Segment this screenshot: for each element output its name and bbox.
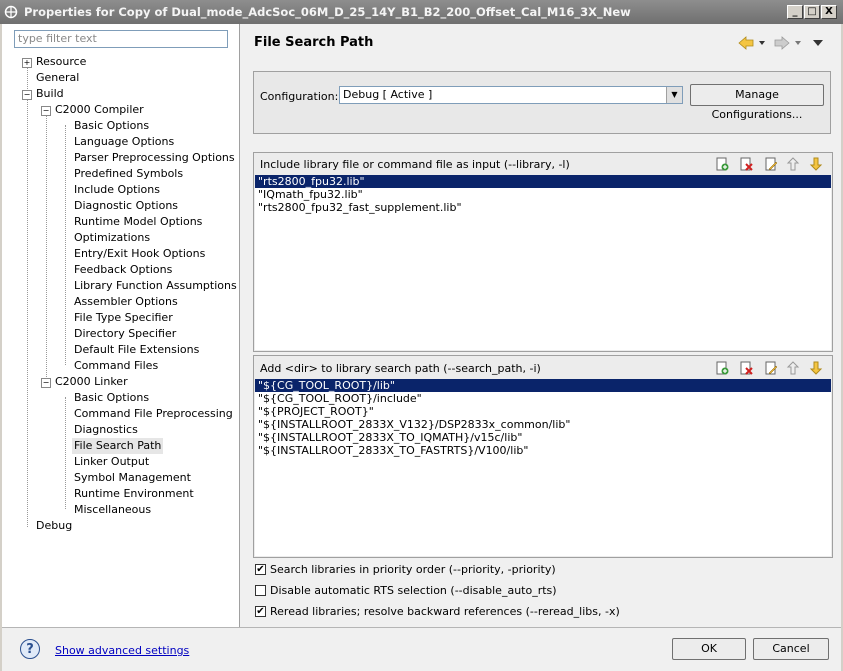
configuration-label: Configuration: bbox=[260, 90, 339, 103]
libraries-group: Include library file or command file as … bbox=[253, 152, 833, 352]
search-path-group: Add <dir> to library search path (--sear… bbox=[253, 355, 833, 558]
move-down-icon[interactable] bbox=[809, 361, 823, 375]
view-menu-icon bbox=[813, 40, 823, 46]
tree-item-optimizations[interactable]: Optimizations bbox=[74, 230, 150, 246]
manage-configurations-button[interactable]: Manage Configurations... bbox=[690, 84, 824, 121]
collapse-toggle[interactable]: − bbox=[41, 378, 51, 388]
tree-item-linker-output[interactable]: Linker Output bbox=[74, 454, 149, 470]
minimize-button[interactable]: _ bbox=[787, 5, 803, 19]
tree-item-include-options[interactable]: Include Options bbox=[74, 182, 160, 198]
button-bar: ? Show advanced settings OK Cancel bbox=[2, 627, 841, 671]
tree-item-parser-preprocessing[interactable]: Parser Preprocessing Options bbox=[74, 150, 235, 166]
tree-item-c2000-linker[interactable]: C2000 Linker bbox=[55, 374, 128, 390]
tree-item-feedback-options[interactable]: Feedback Options bbox=[74, 262, 172, 278]
disable-auto-rts-label: Disable automatic RTS selection (--disab… bbox=[270, 584, 557, 597]
tree-line bbox=[65, 397, 66, 509]
tree-item-command-files[interactable]: Command Files bbox=[74, 358, 158, 374]
disable-auto-rts-checkbox[interactable] bbox=[255, 585, 266, 596]
close-button[interactable]: X bbox=[821, 5, 837, 19]
tree-item-miscellaneous[interactable]: Miscellaneous bbox=[74, 502, 151, 518]
add-icon[interactable] bbox=[715, 361, 729, 375]
show-advanced-settings-link[interactable]: Show advanced settings bbox=[55, 644, 189, 657]
tree-item-basic-options[interactable]: Basic Options bbox=[74, 118, 149, 134]
delete-icon[interactable] bbox=[739, 157, 753, 171]
search-path-header: Add <dir> to library search path (--sear… bbox=[256, 357, 830, 377]
move-up-icon[interactable] bbox=[786, 157, 800, 171]
configuration-select[interactable]: Debug [ Active ] ▼ bbox=[339, 86, 683, 104]
tree-item-directory-specifier[interactable]: Directory Specifier bbox=[74, 326, 176, 342]
tree-item-linker-basic-options[interactable]: Basic Options bbox=[74, 390, 149, 406]
tree-item-c2000-compiler[interactable]: C2000 Compiler bbox=[55, 102, 144, 118]
edit-icon[interactable] bbox=[764, 361, 778, 375]
tree-item-debug[interactable]: Debug bbox=[36, 518, 72, 534]
tree-item-file-search-path[interactable]: File Search Path bbox=[72, 438, 164, 454]
tree-item-library-function-assumptions[interactable]: Library Function Assumptions bbox=[74, 278, 237, 294]
tree-item-build[interactable]: Build bbox=[36, 86, 64, 102]
tree-item-general[interactable]: General bbox=[36, 70, 79, 86]
move-down-icon[interactable] bbox=[809, 157, 823, 171]
tree-item-assembler-options[interactable]: Assembler Options bbox=[74, 294, 178, 310]
collapse-toggle[interactable]: − bbox=[22, 90, 32, 100]
tree-item-diagnostic-options[interactable]: Diagnostic Options bbox=[74, 198, 178, 214]
edit-icon[interactable] bbox=[764, 157, 778, 171]
tree-item-resource[interactable]: Resource bbox=[36, 54, 86, 70]
tree-item-file-type-specifier[interactable]: File Type Specifier bbox=[74, 310, 173, 326]
collapse-toggle[interactable]: − bbox=[41, 106, 51, 116]
tree-item-command-file-preprocessing[interactable]: Command File Preprocessing bbox=[74, 406, 233, 422]
priority-checkbox[interactable]: ✔ bbox=[255, 564, 266, 575]
tree-line bbox=[65, 125, 66, 365]
list-item[interactable]: "${INSTALLROOT_2833X_V132}/DSP2833x_comm… bbox=[255, 418, 831, 431]
tree-item-runtime-environment[interactable]: Runtime Environment bbox=[74, 486, 194, 502]
list-item[interactable]: "rts2800_fpu32_fast_supplement.lib" bbox=[255, 201, 831, 214]
reread-libs-checkbox[interactable]: ✔ bbox=[255, 606, 266, 617]
list-item[interactable]: "${INSTALLROOT_2833X_TO_IQMATH}/v15c/lib… bbox=[255, 431, 831, 444]
content-panel: File Search Path Configuration: Debug [ … bbox=[240, 24, 841, 627]
priority-label: Search libraries in priority order (--pr… bbox=[270, 563, 556, 576]
add-icon[interactable] bbox=[715, 157, 729, 171]
tree-line bbox=[46, 109, 47, 381]
search-path-header-label: Add <dir> to library search path (--sear… bbox=[260, 362, 541, 375]
filter-input[interactable]: type filter text bbox=[14, 30, 228, 48]
tree-item-symbol-management[interactable]: Symbol Management bbox=[74, 470, 191, 486]
tree-item-predefined-symbols[interactable]: Predefined Symbols bbox=[74, 166, 183, 182]
libraries-header: Include library file or command file as … bbox=[256, 154, 830, 174]
cancel-button[interactable]: Cancel bbox=[753, 638, 829, 660]
chevron-down-icon: ▼ bbox=[666, 87, 682, 103]
expand-toggle[interactable]: + bbox=[22, 58, 32, 68]
libraries-header-label: Include library file or command file as … bbox=[260, 158, 570, 171]
list-item[interactable]: "${PROJECT_ROOT}" bbox=[255, 405, 831, 418]
libraries-list[interactable]: "rts2800_fpu32.lib" "IQmath_fpu32.lib" "… bbox=[255, 175, 831, 350]
history-nav bbox=[738, 36, 823, 50]
list-item[interactable]: "${CG_TOOL_ROOT}/lib" bbox=[255, 379, 831, 392]
nav-panel: type filter text Resource + General Buil… bbox=[2, 24, 240, 627]
window-title: Properties for Copy of Dual_mode_AdcSoc_… bbox=[24, 5, 631, 19]
tree-line bbox=[27, 61, 28, 527]
page-title: File Search Path bbox=[254, 35, 374, 50]
tree-item-diagnostics[interactable]: Diagnostics bbox=[74, 422, 138, 438]
reread-libs-label: Reread libraries; resolve backward refer… bbox=[270, 605, 620, 618]
tree-item-runtime-model-options[interactable]: Runtime Model Options bbox=[74, 214, 202, 230]
tree-item-default-file-extensions[interactable]: Default File Extensions bbox=[74, 342, 199, 358]
back-arrow-icon bbox=[738, 36, 754, 50]
move-up-icon[interactable] bbox=[786, 361, 800, 375]
forward-dropdown-icon bbox=[795, 41, 801, 45]
list-item[interactable]: "${INSTALLROOT_2833X_TO_FASTRTS}/V100/li… bbox=[255, 444, 831, 457]
list-item[interactable]: "IQmath_fpu32.lib" bbox=[255, 188, 831, 201]
help-icon[interactable]: ? bbox=[20, 639, 40, 659]
tree-item-language-options[interactable]: Language Options bbox=[74, 134, 174, 150]
ok-button[interactable]: OK bbox=[672, 638, 746, 660]
app-icon bbox=[4, 5, 18, 19]
tree-item-entry-exit-hook[interactable]: Entry/Exit Hook Options bbox=[74, 246, 205, 262]
list-item[interactable]: "${CG_TOOL_ROOT}/include" bbox=[255, 392, 831, 405]
title-bar: Properties for Copy of Dual_mode_AdcSoc_… bbox=[0, 0, 843, 24]
back-dropdown-icon bbox=[759, 41, 765, 45]
configuration-group: Configuration: Debug [ Active ] ▼ Manage… bbox=[253, 71, 831, 134]
delete-icon[interactable] bbox=[739, 361, 753, 375]
maximize-button[interactable]: □ bbox=[804, 5, 820, 19]
list-item[interactable]: "rts2800_fpu32.lib" bbox=[255, 175, 831, 188]
forward-arrow-icon bbox=[774, 36, 790, 50]
search-path-list[interactable]: "${CG_TOOL_ROOT}/lib" "${CG_TOOL_ROOT}/i… bbox=[255, 379, 831, 556]
